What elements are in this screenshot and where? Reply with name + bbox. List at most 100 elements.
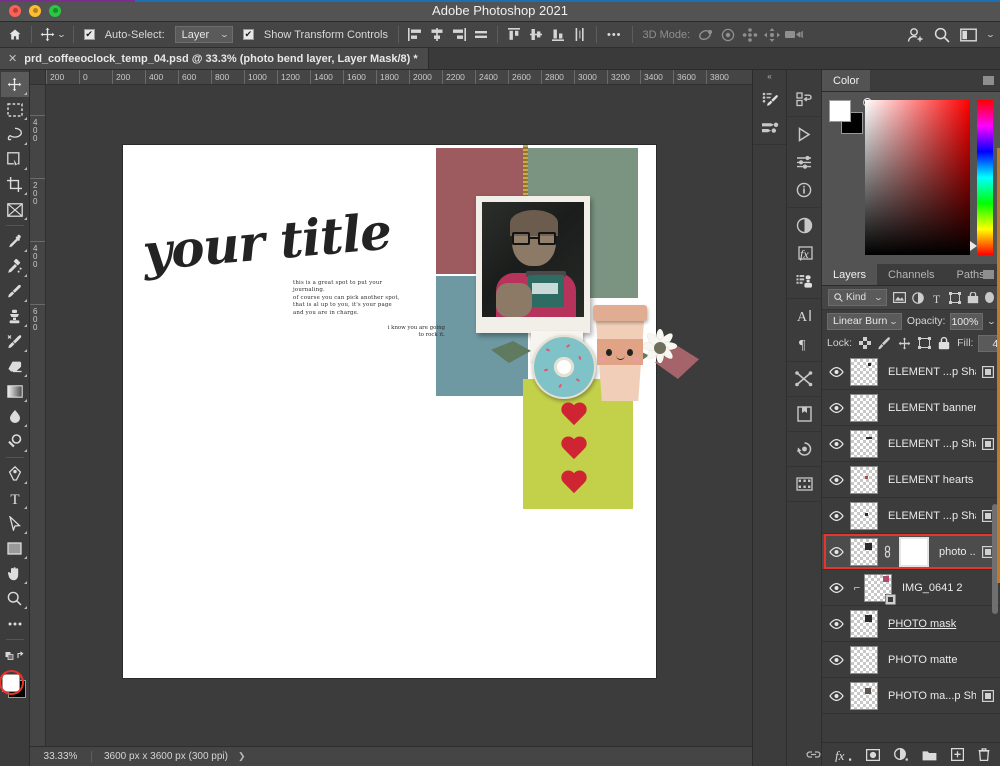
more-options-button[interactable]: ••• — [602, 22, 627, 48]
align-horizontal-centers-icon[interactable] — [426, 25, 448, 45]
status-expand-icon[interactable]: ❯ — [238, 751, 246, 762]
layer-visibility-toggle[interactable] — [822, 618, 850, 629]
path-selection-tool[interactable] — [1, 511, 29, 536]
align-left-edges-icon[interactable] — [404, 25, 426, 45]
hue-slider-handle[interactable] — [970, 241, 978, 251]
align-top-edges-icon[interactable] — [470, 25, 492, 45]
object-selection-tool[interactable] — [1, 147, 29, 172]
layer-name[interactable]: IMG_0641 2 — [892, 582, 976, 594]
layer-visibility-toggle[interactable] — [822, 510, 850, 521]
rectangular-marquee-tool[interactable] — [1, 97, 29, 122]
delete-layer-icon[interactable] — [978, 748, 990, 761]
orbit-3d-icon[interactable] — [695, 25, 717, 45]
lock-artboard-nesting-icon[interactable] — [918, 337, 932, 349]
table-row[interactable]: PHOTO matte — [822, 642, 1000, 678]
panel-menu-icon[interactable] — [983, 270, 994, 279]
info-icon[interactable] — [787, 176, 821, 204]
3d-icon[interactable] — [787, 365, 821, 393]
pan-3d-icon[interactable] — [739, 25, 761, 45]
libraries-icon[interactable] — [787, 267, 821, 295]
align-right-edges-icon[interactable] — [448, 25, 470, 45]
workspace-icon[interactable] — [960, 28, 978, 42]
filter-smart-object-icon[interactable] — [967, 291, 979, 304]
zoom-tool[interactable] — [1, 586, 29, 611]
layer-name[interactable]: ELEMENT ...p Shadow — [878, 510, 976, 522]
align-vertical-top-icon[interactable] — [503, 25, 525, 45]
notes-icon[interactable] — [787, 400, 821, 428]
filter-adjustment-icon[interactable] — [911, 291, 924, 304]
add-layer-style-icon[interactable]: fx — [835, 748, 852, 762]
vertical-ruler[interactable]: 4 0 0 2 0 0 4 0 0 6 0 0 — [30, 85, 46, 746]
color-spectrum-field[interactable] — [863, 98, 971, 255]
clone-stamp-tool[interactable] — [1, 304, 29, 329]
distribute-icon[interactable] — [569, 25, 591, 45]
styles-icon[interactable]: fx — [787, 239, 821, 267]
layer-thumbnail[interactable] — [850, 429, 878, 458]
table-row[interactable]: PHOTO ma...p Shadow — [822, 678, 1000, 714]
chevron-down-icon[interactable]: ⌄ — [986, 30, 996, 39]
auto-select-dropdown[interactable]: Layer ⌄ — [170, 22, 238, 48]
frame-tool[interactable] — [1, 197, 29, 222]
character-icon[interactable]: A — [787, 302, 821, 330]
new-group-icon[interactable] — [922, 749, 937, 761]
add-layer-mask-icon[interactable] — [866, 748, 880, 761]
layer-visibility-toggle[interactable] — [822, 546, 850, 557]
hue-slider[interactable] — [970, 100, 993, 255]
foreground-color-swatch[interactable] — [829, 100, 851, 122]
layer-thumbnail[interactable] — [850, 609, 878, 638]
layer-name[interactable]: PHOTO ma...p Shadow — [878, 690, 976, 702]
color-swatches[interactable] — [0, 670, 30, 712]
panel-menu-icon[interactable] — [983, 76, 994, 85]
layer-effects-badge-icon[interactable] — [976, 689, 1000, 702]
layer-mask-thumbnail[interactable] — [899, 536, 929, 567]
close-icon[interactable]: ✕ — [8, 52, 17, 65]
lock-all-icon[interactable] — [938, 336, 950, 350]
paragraph-icon[interactable]: ¶ — [787, 330, 821, 358]
brush-presets-icon[interactable] — [753, 113, 787, 141]
canvas-stage[interactable]: your title this is a great spot to put y… — [46, 85, 752, 746]
layer-visibility-toggle[interactable] — [822, 654, 850, 665]
link-layers-icon[interactable] — [806, 749, 821, 760]
tab-layers[interactable]: Layers — [822, 264, 878, 285]
document-tab[interactable]: ✕ prd_coffeeoclock_temp_04.psd @ 33.3% (… — [0, 48, 429, 69]
new-adjustment-layer-icon[interactable] — [894, 748, 908, 761]
lasso-tool[interactable] — [1, 122, 29, 147]
horizontal-ruler[interactable]: 200 0 200 400 600 800 1000 1200 1400 160… — [30, 70, 752, 85]
layer-visibility-toggle[interactable] — [822, 582, 850, 593]
opacity-chevron-down-icon[interactable]: ⌄ — [987, 317, 997, 326]
blur-tool[interactable] — [1, 404, 29, 429]
layer-visibility-toggle[interactable] — [822, 366, 850, 377]
home-icon[interactable] — [4, 22, 26, 48]
zoom-camera-3d-icon[interactable] — [783, 25, 805, 45]
history-icon[interactable] — [787, 85, 821, 113]
layer-thumbnail[interactable] — [850, 537, 878, 566]
share-icon[interactable] — [907, 27, 924, 43]
new-layer-icon[interactable] — [951, 748, 964, 761]
filter-pixel-icon[interactable] — [892, 292, 906, 303]
link-mask-icon[interactable] — [881, 545, 893, 558]
layer-name[interactable]: PHOTO mask — [878, 618, 976, 630]
eraser-tool[interactable] — [1, 354, 29, 379]
layer-visibility-toggle[interactable] — [822, 690, 850, 701]
actions-icon[interactable] — [787, 120, 821, 148]
layer-name[interactable]: ELEMENT ...p Shadow — [878, 438, 976, 450]
table-row[interactable]: PHOTO mask — [822, 606, 1000, 642]
active-tool-move[interactable]: ⌄ — [37, 22, 68, 48]
layer-name[interactable]: PHOTO matte — [878, 654, 976, 666]
brush-tool[interactable] — [1, 279, 29, 304]
artboard[interactable]: your title this is a great spot to put y… — [123, 145, 699, 678]
layer-name[interactable]: ELEMENT hearts — [878, 474, 976, 486]
lock-transparent-pixels-icon[interactable] — [859, 337, 872, 349]
history-brush-tool[interactable] — [1, 329, 29, 354]
filter-shape-icon[interactable] — [948, 291, 961, 304]
close-button[interactable] — [9, 4, 21, 17]
layer-thumbnail[interactable] — [850, 393, 878, 422]
layer-thumbnail[interactable] — [864, 573, 896, 605]
zoom-level[interactable]: 33.33% — [30, 751, 92, 762]
zoom-button[interactable] — [49, 4, 61, 17]
filter-toggle[interactable] — [985, 292, 994, 303]
lock-position-icon[interactable] — [898, 337, 911, 350]
table-row[interactable]: ELEMENT banner — [822, 390, 1000, 426]
type-tool[interactable]: T — [1, 486, 29, 511]
edit-toolbar-tool[interactable] — [1, 611, 29, 636]
